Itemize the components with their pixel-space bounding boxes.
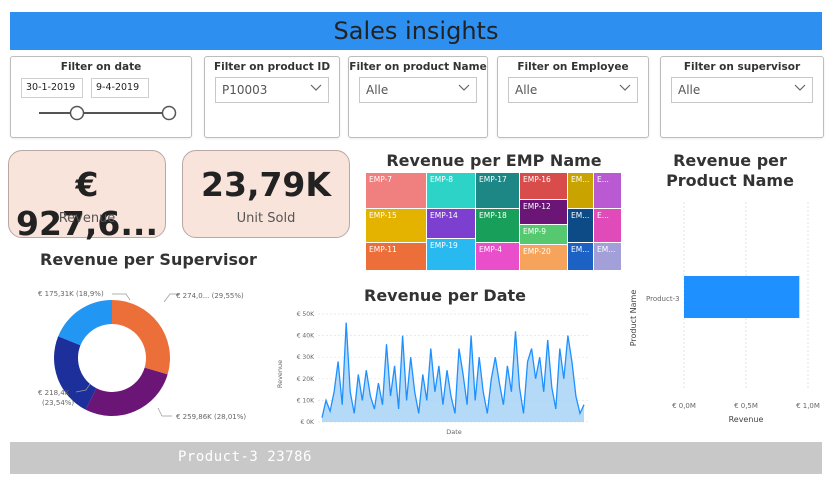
product-name-dropdown[interactable]: Alle	[359, 77, 477, 103]
treemap-tile[interactable]: EM...	[568, 173, 594, 209]
date-ytick-label: € 50K	[297, 311, 315, 318]
product-tick-label: € 0,0M	[672, 402, 696, 410]
slider-handle-start[interactable]	[69, 105, 85, 121]
supervisor-filter: Filter on supervisor Alle	[660, 56, 824, 138]
treemap-tile[interactable]: E...	[594, 209, 622, 243]
supervisor-filter-title: Filter on supervisor	[683, 61, 801, 73]
units-value: 23,79K	[201, 165, 331, 204]
slider-handle-end[interactable]	[161, 105, 177, 121]
product-id-dropdown[interactable]: P10003	[215, 77, 329, 103]
chevron-down-icon	[310, 84, 322, 91]
treemap-title: Revenue per EMP Name	[386, 151, 602, 170]
treemap-tile[interactable]: EM...	[568, 209, 594, 243]
product-name-filter: Filter on product Name Alle	[348, 56, 488, 138]
treemap-tile[interactable]: E...	[594, 173, 622, 209]
treemap-tile[interactable]: EMP-12	[520, 200, 568, 225]
treemap-tile[interactable]: EMP-8	[427, 173, 476, 209]
product-category-label: Product-3	[646, 295, 680, 303]
treemap-tile[interactable]: EMP-19	[427, 239, 476, 271]
supervisor-donut-chart[interactable]: € 175,31K (18,9%) € 274,0... (29,55%) € …	[30, 278, 270, 430]
treemap-tile[interactable]: EMP-20	[520, 245, 568, 271]
employee-dropdown[interactable]: Alle	[508, 77, 638, 103]
end-date-input[interactable]: 9-4-2019	[91, 78, 149, 98]
slice-label-1: € 259,86K (28,01%)	[176, 413, 246, 421]
employee-filter: Filter on Employee Alle	[497, 56, 649, 138]
units-card: 23,79K Unit Sold	[182, 150, 350, 238]
date-ytick-label: € 30K	[297, 354, 315, 361]
date-ytick-label: € 10K	[297, 397, 315, 404]
slice-label-0: € 274,0... (29,55%)	[176, 292, 244, 300]
slice-label-2-value: € 218,4K	[38, 389, 70, 397]
treemap-tile[interactable]: EMP-7	[366, 173, 427, 209]
employee-filter-title: Filter on Employee	[517, 61, 629, 73]
date-chart-ylabel: Revenue	[276, 360, 284, 388]
footer-bar: Product-3 23786	[10, 442, 822, 474]
product-id-filter: Filter on product ID P10003	[204, 56, 340, 138]
treemap-tile[interactable]: EMP-14	[427, 209, 476, 239]
product-name-value: Alle	[366, 83, 389, 97]
product-bar[interactable]	[684, 276, 800, 318]
date-filter-title: Filter on date	[60, 61, 142, 73]
chevron-down-icon	[619, 84, 631, 91]
donut-slice[interactable]	[85, 367, 168, 416]
product-chart-title: Revenue per Product Name	[666, 151, 794, 190]
treemap-tile[interactable]: EM...	[568, 243, 594, 271]
product-id-filter-title: Filter on product ID	[213, 61, 331, 73]
start-date-input[interactable]: 30-1-2019	[21, 78, 83, 98]
page-title: Sales insights	[10, 12, 822, 50]
supervisor-dropdown[interactable]: Alle	[671, 77, 813, 103]
chevron-down-icon	[794, 84, 806, 91]
product-tick-label: € 1,0M	[796, 402, 820, 410]
date-ytick-label: € 40K	[297, 333, 315, 340]
date-ytick-label: € 20K	[297, 376, 315, 383]
revenue-card: € 927,6... Revenue	[8, 150, 166, 243]
treemap-tile[interactable]: EM...	[594, 243, 622, 271]
product-chart-xlabel: Revenue	[729, 415, 764, 424]
units-label: Unit Sold	[236, 211, 296, 226]
slice-label-3: € 175,31K (18,9%)	[38, 290, 104, 298]
treemap-tile[interactable]: EMP-17	[476, 173, 520, 209]
date-range-slider[interactable]	[19, 101, 185, 125]
supervisor-chart-title: Revenue per Supervisor	[40, 250, 257, 269]
product-name-filter-title: Filter on product Name	[349, 61, 487, 73]
date-ytick-label: € 0K	[301, 419, 316, 426]
chevron-down-icon	[458, 84, 470, 91]
treemap-tile[interactable]: EMP-4	[476, 243, 520, 271]
supervisor-value: Alle	[678, 83, 701, 97]
treemap-tile[interactable]: EMP-16	[520, 173, 568, 200]
revenue-date-chart[interactable]: Revenue € 0K € 10K € 20K € 30K € 40K € 50K Da…	[274, 306, 594, 438]
date-filter: Filter on date 30-1-2019 9-4-2019	[10, 56, 192, 138]
treemap-tile[interactable]: EMP-9	[520, 225, 568, 245]
employee-value: Alle	[515, 83, 538, 97]
treemap-tile[interactable]: EMP-18	[476, 209, 520, 243]
donut-slice[interactable]	[58, 300, 112, 346]
donut-slice[interactable]	[112, 300, 170, 375]
product-tick-label: € 0,5M	[734, 402, 758, 410]
date-chart-xlabel: Date	[446, 428, 462, 436]
emp-treemap[interactable]: EMP-7 EMP-8 EMP-17 EMP-16 EM... E... EMP-15 EMP…	[366, 173, 622, 271]
slice-label-2-pct: (23,54%)	[42, 399, 74, 407]
revenue-value: € 927,6...	[16, 165, 158, 243]
treemap-tile[interactable]: EMP-15	[366, 209, 427, 243]
product-chart-ylabel: Product Name	[629, 290, 638, 347]
treemap-tile[interactable]: EMP-11	[366, 243, 427, 271]
product-bar-chart[interactable]: Product Name Product-3 € 0,0M € 0,5M € 1,0…	[626, 192, 830, 432]
product-id-value: P10003	[222, 83, 268, 97]
revenue-label: Revenue	[58, 211, 116, 226]
date-chart-title: Revenue per Date	[364, 286, 526, 305]
